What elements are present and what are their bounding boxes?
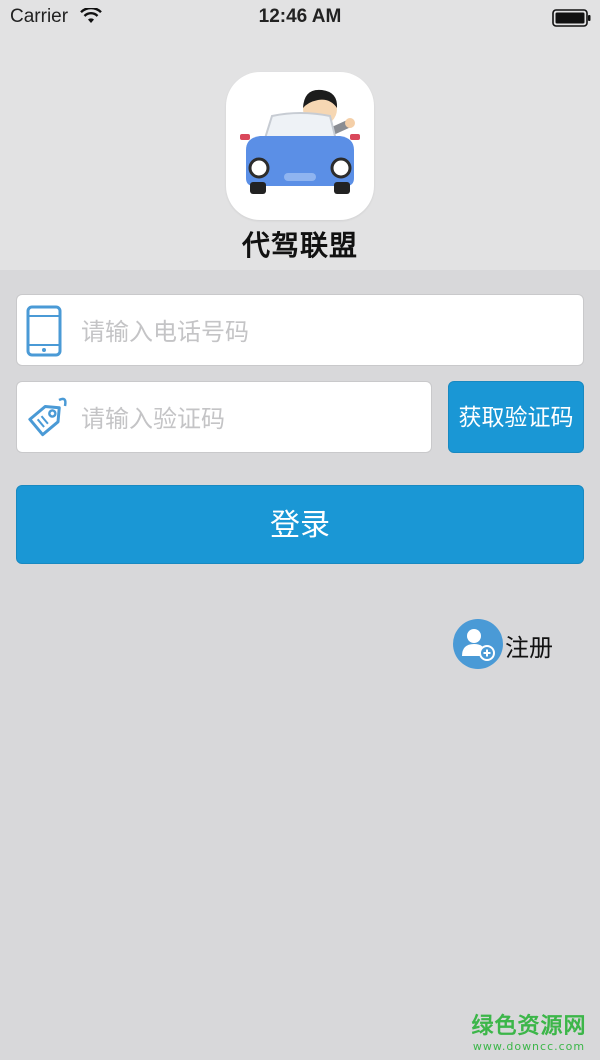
watermark-url: www.downcc.com	[472, 1040, 586, 1053]
phone-icon	[23, 305, 67, 361]
code-field[interactable]	[16, 381, 432, 453]
phone-field[interactable]	[16, 294, 584, 366]
phone-input[interactable]	[79, 309, 573, 355]
battery-icon	[552, 9, 592, 32]
watermark-title: 绿色资源网	[471, 1014, 587, 1039]
register-label: 注册	[505, 634, 553, 662]
watermark: 绿色资源网 www.downcc.com	[464, 1008, 594, 1053]
status-time: 12:46 AM	[258, 6, 342, 27]
car-driver-icon	[240, 89, 360, 194]
status-bar: Carrier 12:46 AM	[0, 0, 600, 34]
app-name: 代驾联盟	[241, 229, 358, 262]
add-user-icon	[452, 618, 504, 674]
get-code-button[interactable]: 获取验证码	[448, 381, 584, 453]
app-logo	[226, 72, 374, 220]
tag-icon	[23, 392, 71, 448]
login-button[interactable]: 登录	[16, 485, 584, 564]
code-input[interactable]	[79, 396, 423, 442]
register-link[interactable]: 注册	[452, 618, 562, 670]
